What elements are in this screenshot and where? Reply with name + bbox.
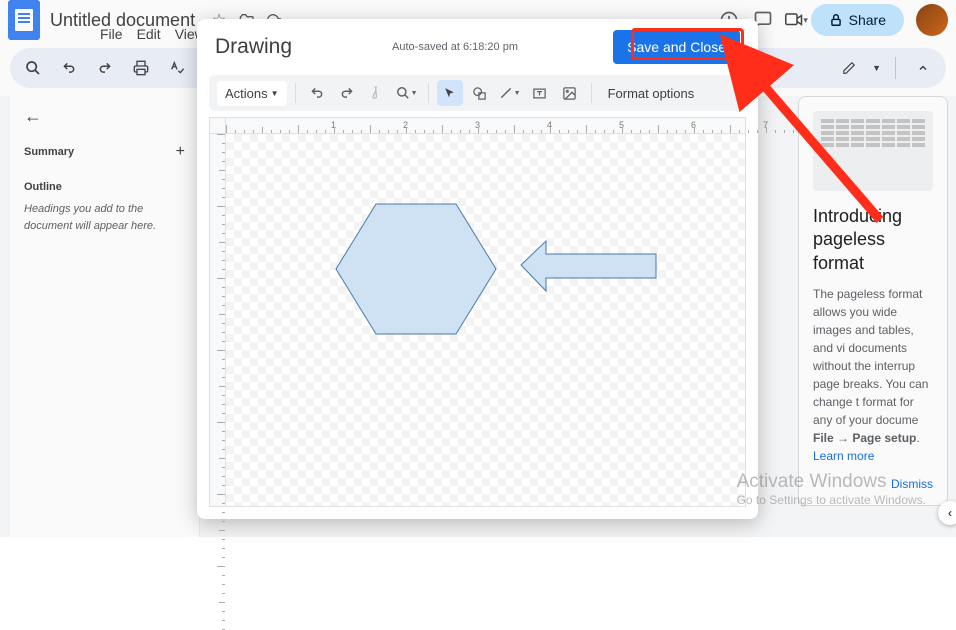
vertical-ruler [210, 134, 226, 506]
left-arrow-shape[interactable] [521, 241, 656, 291]
separator [428, 83, 429, 103]
watermark-subtitle: Go to Settings to activate Windows. [737, 493, 926, 507]
line-tool-icon[interactable]: ▼ [497, 80, 523, 106]
explore-button-icon[interactable]: ‹ [938, 501, 956, 525]
format-options-button[interactable]: Format options [608, 86, 695, 101]
separator [591, 83, 592, 103]
autosave-status: Auto-saved at 6:18:20 pm [392, 41, 518, 53]
ruler-corner [210, 118, 226, 134]
shape-tool-icon[interactable] [467, 80, 493, 106]
drawing-toolbar: Actions▼ ▼ ▼ Format optio [209, 75, 746, 111]
drawing-dialog: Drawing Auto-saved at 6:18:20 pm Save an… [197, 19, 758, 519]
separator [295, 83, 296, 103]
horizontal-ruler: 1234567 [226, 118, 745, 134]
redo-icon[interactable] [334, 80, 360, 106]
actions-button[interactable]: Actions▼ [217, 81, 287, 106]
paint-format-icon[interactable] [364, 80, 390, 106]
undo-icon[interactable] [304, 80, 330, 106]
zoom-icon[interactable]: ▼ [394, 80, 420, 106]
dialog-header: Drawing Auto-saved at 6:18:20 pm Save an… [197, 19, 758, 75]
save-and-close-button[interactable]: Save and Close [613, 30, 740, 64]
hexagon-shape[interactable] [336, 204, 496, 334]
dialog-title: Drawing [215, 35, 292, 59]
windows-activation-watermark: Activate Windows Go to Settings to activ… [737, 471, 926, 507]
text-box-icon[interactable] [527, 80, 553, 106]
watermark-title: Activate Windows [737, 471, 926, 493]
image-icon[interactable] [557, 80, 583, 106]
select-tool-icon[interactable] [437, 80, 463, 106]
drawing-canvas-area: 1234567 [209, 117, 746, 507]
drawing-canvas[interactable] [226, 134, 745, 506]
